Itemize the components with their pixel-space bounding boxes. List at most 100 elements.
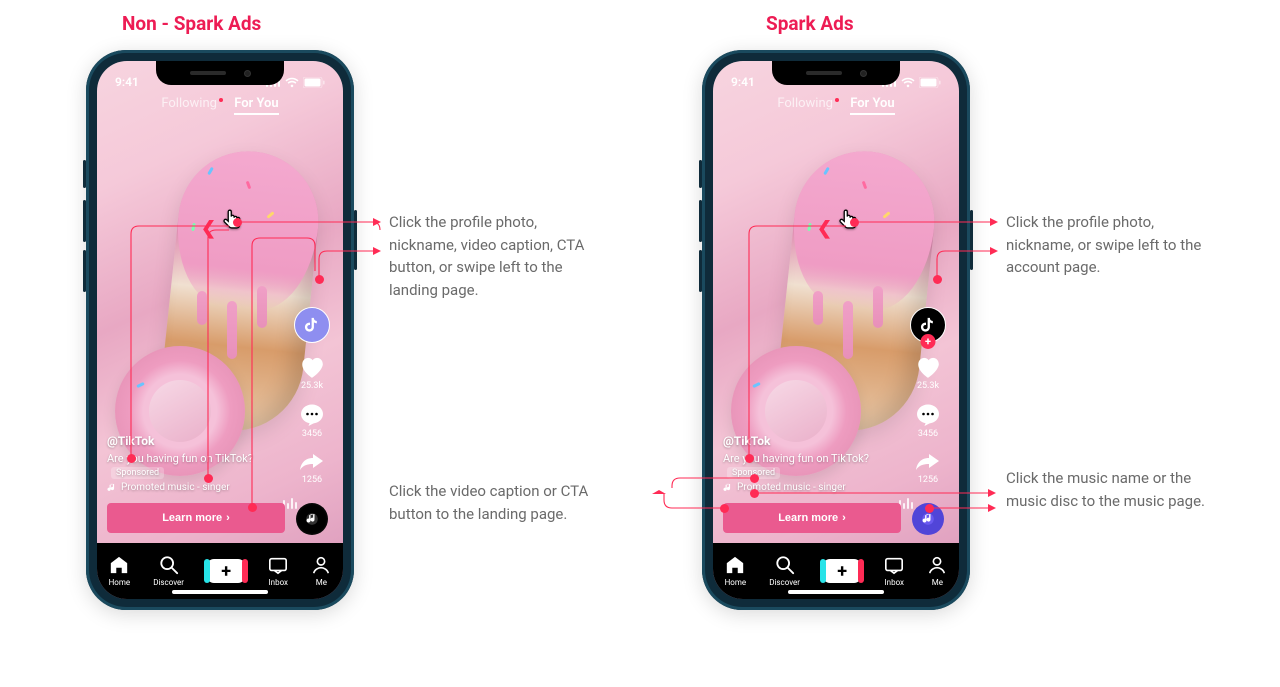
tab-home-label: Home [725, 578, 747, 587]
nickname[interactable]: @TikTok [107, 434, 154, 448]
comment-count: 3456 [918, 429, 938, 439]
battery-icon [303, 77, 325, 88]
wifi-icon [285, 77, 299, 88]
comment-count: 3456 [302, 429, 322, 439]
music-note-icon [723, 483, 733, 493]
tab-following[interactable]: Following [777, 96, 833, 111]
cta-button[interactable]: Learn more› [107, 503, 285, 533]
video-bg-shape [843, 301, 853, 359]
search-icon [159, 555, 179, 575]
music-note-icon [922, 513, 934, 525]
comment-button[interactable]: 3456 [299, 403, 325, 439]
anchor-dot [315, 275, 324, 284]
anchor-dot [750, 489, 759, 498]
profile-avatar[interactable]: + [910, 307, 946, 343]
inbox-icon [268, 555, 288, 575]
video-meta: @TikTok Are you having fun on TikTok?Spo… [723, 434, 899, 493]
comment-icon [299, 403, 325, 427]
cta-label: Learn more [778, 512, 838, 524]
tab-create[interactable]: + [207, 559, 245, 583]
anchor-dot [925, 504, 934, 513]
cta-button[interactable]: Learn more › [723, 503, 901, 533]
chevron-right-icon: › [842, 512, 846, 524]
music-label[interactable]: Promoted music - singer [107, 482, 283, 493]
phone-vol-up [83, 200, 86, 242]
anchor-dot [233, 218, 242, 227]
music-disc[interactable] [296, 503, 328, 535]
inbox-icon [884, 555, 904, 575]
tab-inbox[interactable]: Inbox [268, 555, 288, 587]
anchor-dot [720, 504, 729, 513]
profile-avatar[interactable] [294, 307, 330, 343]
heart-icon [299, 355, 325, 379]
feed-tabs: Following For You [97, 96, 343, 115]
like-button[interactable]: 25.3k [915, 355, 941, 391]
music-name: Promoted music - singer [121, 482, 230, 493]
tab-discover[interactable]: Discover [769, 555, 800, 587]
phone-vol-down [83, 250, 86, 292]
notification-dot-icon [835, 98, 839, 102]
tab-inbox[interactable]: Inbox [884, 555, 904, 587]
home-indicator [172, 590, 268, 594]
chevron-left-icon: ❮ [201, 218, 216, 239]
anchor-dot [204, 474, 213, 483]
share-icon [915, 451, 941, 473]
music-note-icon [107, 483, 117, 493]
cta-label: Learn more [162, 512, 222, 524]
anchor-dot [745, 454, 754, 463]
tab-home[interactable]: Home [725, 555, 747, 587]
tab-discover-label: Discover [769, 578, 800, 587]
nickname[interactable]: @TikTok [723, 434, 770, 448]
phone-nonspark: 9:41 Following For You ❮ 25. [86, 50, 354, 610]
like-count: 25.3k [917, 381, 939, 391]
video-bg-shape [257, 286, 267, 328]
status-time: 9:41 [731, 75, 755, 89]
tab-following[interactable]: Following [161, 96, 217, 111]
video-bg-shape [227, 301, 237, 359]
like-button[interactable]: 25.3k [299, 355, 325, 391]
notification-dot-icon [219, 98, 223, 102]
tab-for-you[interactable]: For You [234, 96, 278, 115]
tab-home-label: Home [109, 578, 131, 587]
status-time: 9:41 [115, 75, 139, 89]
music-note-icon [306, 513, 318, 525]
home-icon [725, 555, 745, 575]
video-bg-shape [197, 291, 207, 325]
tab-home[interactable]: Home [109, 555, 131, 587]
search-icon [775, 555, 795, 575]
tab-me-label: Me [932, 578, 943, 587]
tab-create[interactable]: + [823, 559, 861, 583]
plus-icon: + [837, 561, 847, 582]
share-count: 1256 [302, 475, 322, 485]
share-button[interactable]: 1256 [915, 451, 941, 485]
share-count: 1256 [918, 475, 938, 485]
comment-button[interactable]: 3456 [915, 403, 941, 439]
tab-me[interactable]: Me [311, 555, 331, 587]
phone-spark: 9:41 Following For You ❮ + 25. [702, 50, 970, 610]
home-icon [109, 555, 129, 575]
video-bg-shape [873, 286, 883, 328]
phone-notch [156, 61, 284, 85]
tab-me[interactable]: Me [927, 555, 947, 587]
tab-for-you[interactable]: For You [850, 96, 894, 115]
tab-discover[interactable]: Discover [153, 555, 184, 587]
home-indicator [788, 590, 884, 594]
share-icon [299, 451, 325, 473]
anchor-dot [248, 503, 257, 512]
battery-icon [919, 77, 941, 88]
screen-nonspark: 9:41 Following For You ❮ 25. [97, 61, 343, 599]
phone-power [970, 210, 973, 270]
tiktok-logo-icon [304, 316, 320, 334]
follow-plus-icon[interactable]: + [921, 334, 936, 349]
phone-vol-up [699, 200, 702, 242]
phone-notch [772, 61, 900, 85]
share-button[interactable]: 1256 [299, 451, 325, 485]
annotation-spark-bottom: Click the music name or the music disc t… [1006, 467, 1216, 512]
person-icon [311, 555, 331, 575]
screen-spark: 9:41 Following For You ❮ + 25. [713, 61, 959, 599]
anchor-dot [933, 275, 942, 284]
plus-icon: + [221, 561, 231, 582]
phone-mute-switch [83, 160, 86, 188]
heart-icon [915, 355, 941, 379]
tab-inbox-label: Inbox [268, 578, 288, 587]
